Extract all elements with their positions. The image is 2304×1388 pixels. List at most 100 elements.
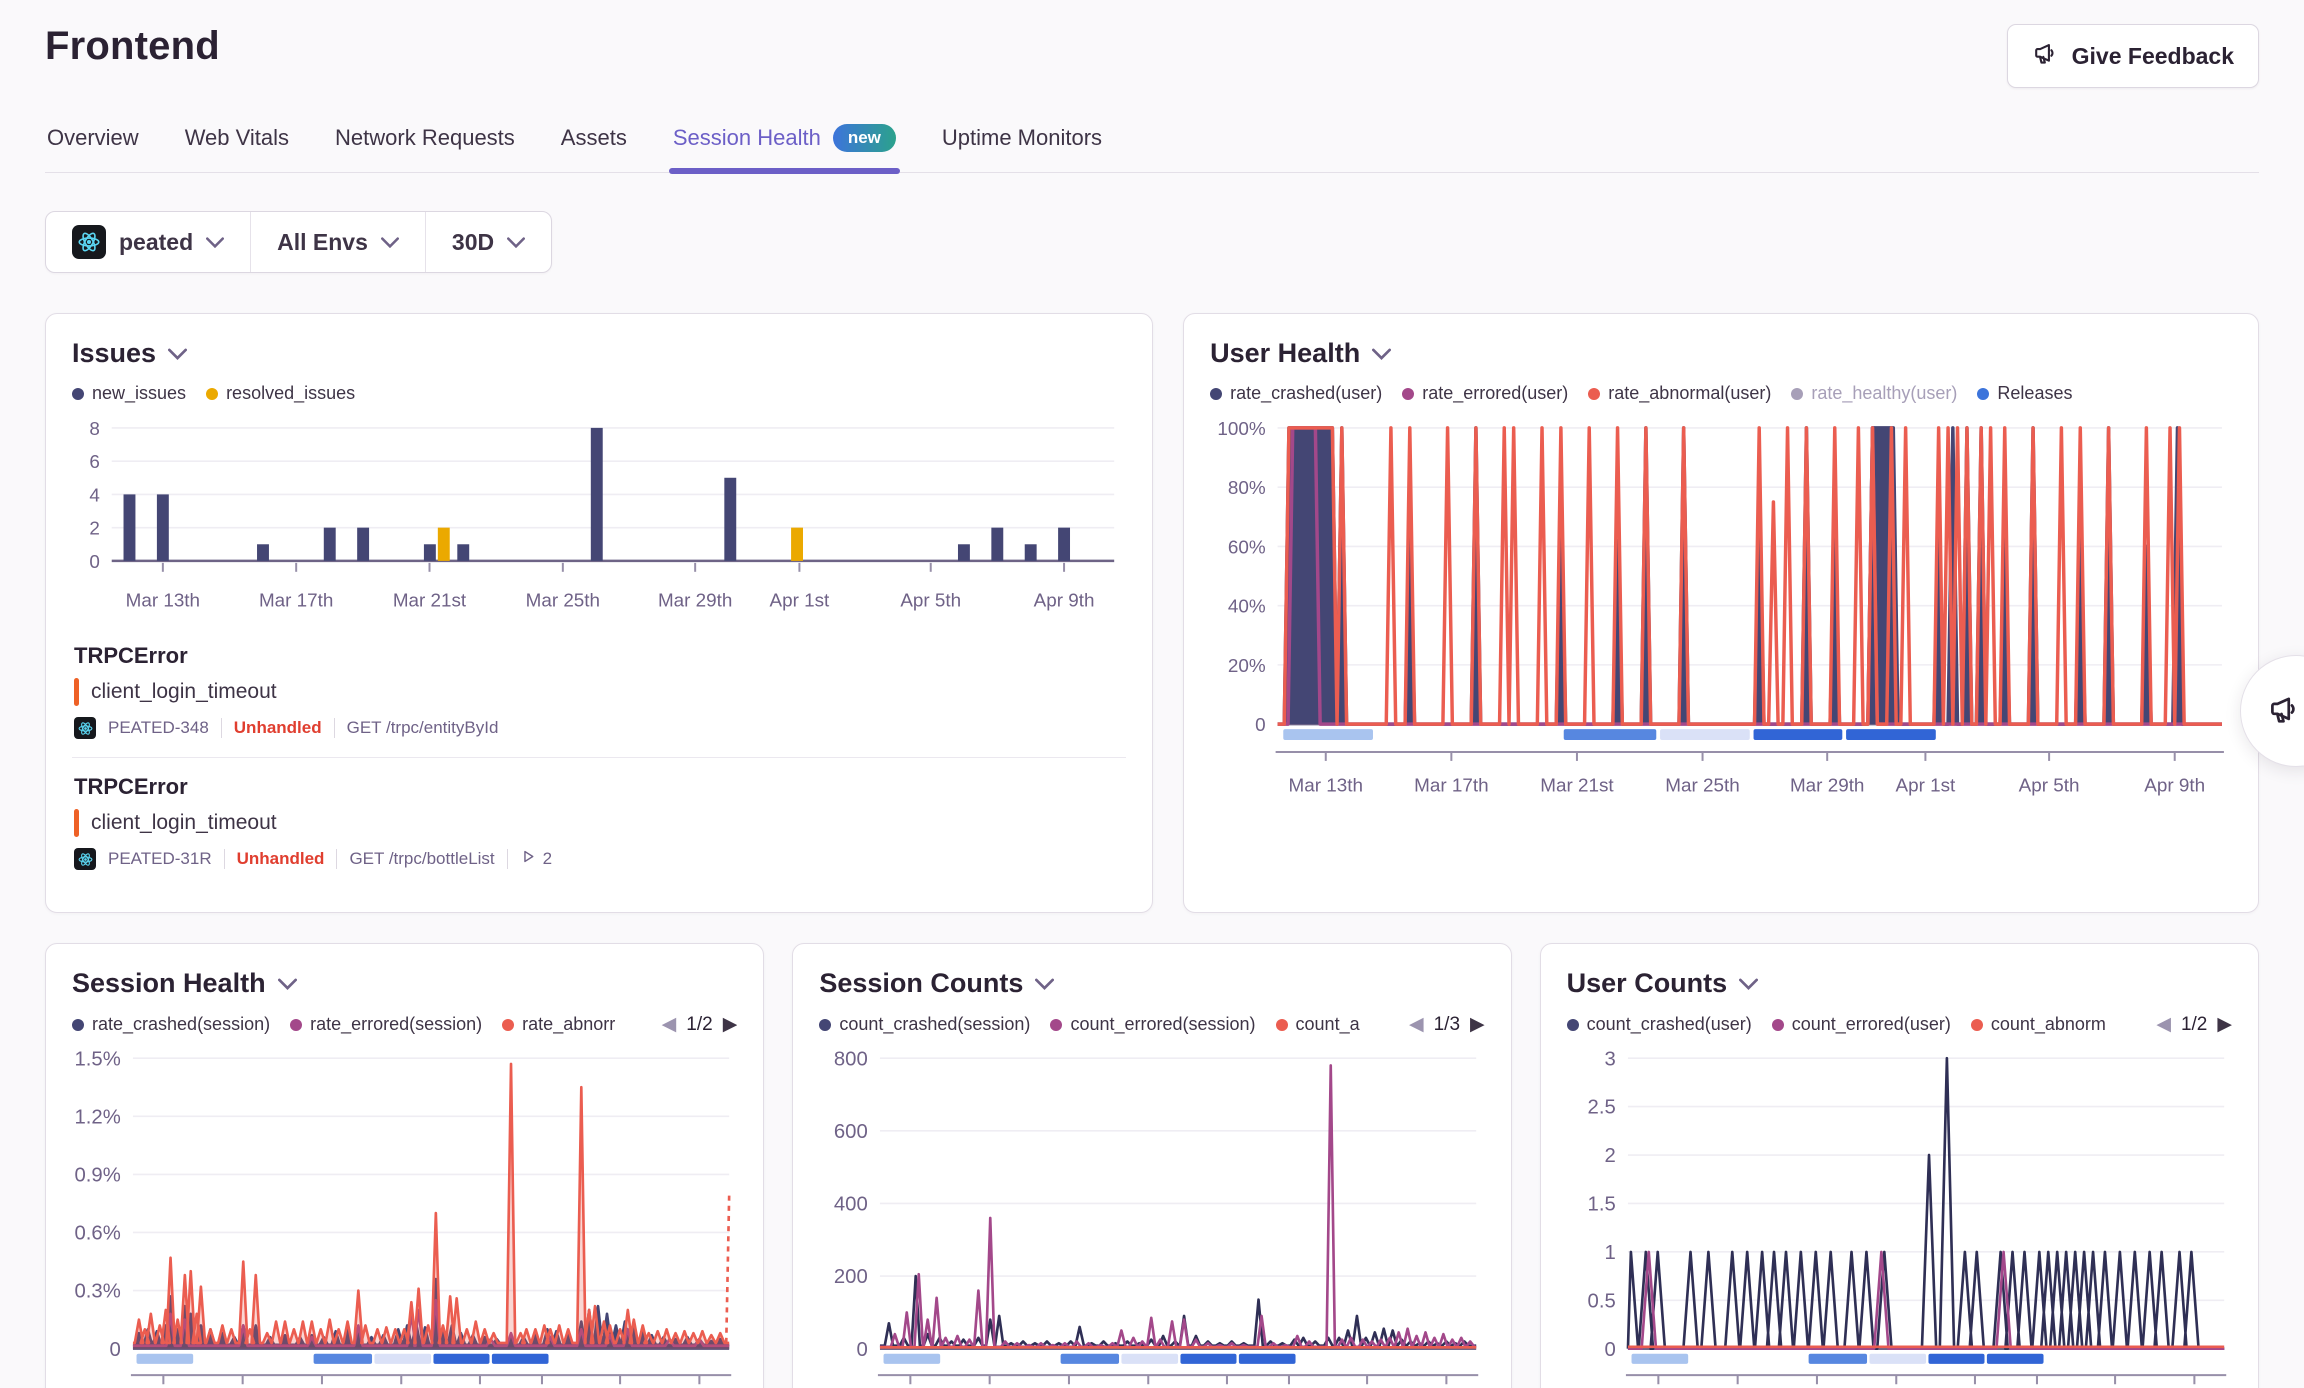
svg-text:Apr 5th: Apr 5th: [2019, 776, 2080, 797]
legend-dot: [72, 1019, 84, 1031]
legend-item-count-crashed[interactable]: count_crashed(session): [819, 1014, 1030, 1035]
legend-item-count-abnormal[interactable]: count_a: [1276, 1014, 1360, 1035]
legend-item-count-abnormal[interactable]: count_abnorm: [1971, 1014, 2106, 1035]
legend-next-icon[interactable]: ▶: [2217, 1013, 2232, 1036]
issue-status: Unhandled: [234, 718, 322, 738]
svg-text:20%: 20%: [1228, 656, 1266, 677]
legend-item-count-crashed[interactable]: count_crashed(user): [1567, 1014, 1752, 1035]
tab-overview[interactable]: Overview: [45, 118, 141, 172]
svg-text:Mar 17th: Mar 17th: [1414, 776, 1489, 797]
chart-legend: rate_crashed(session) rate_errored(sessi…: [72, 1013, 737, 1036]
legend-dot: [1402, 388, 1414, 400]
session-counts-widget-selector[interactable]: Session Counts: [819, 968, 1484, 999]
legend-prev-icon[interactable]: ◀: [662, 1013, 677, 1036]
svg-text:0: 0: [1604, 1339, 1615, 1361]
svg-text:Apr 9th: Apr 9th: [1034, 590, 1095, 611]
legend-dot: [1791, 388, 1803, 400]
session-health-widget-selector[interactable]: Session Health: [72, 968, 737, 999]
issue-list: TRPCError client_login_timeout: [72, 627, 1126, 888]
svg-text:0.6%: 0.6%: [74, 1223, 120, 1245]
svg-text:0.3%: 0.3%: [74, 1281, 120, 1303]
session-health-panel: Session Health rate_crashed(session) rat…: [45, 943, 764, 1388]
svg-text:60%: 60%: [1228, 537, 1266, 558]
new-badge: new: [833, 124, 896, 152]
svg-text:1.5: 1.5: [1587, 1194, 1615, 1216]
svg-text:0.5: 0.5: [1587, 1291, 1615, 1313]
svg-text:200: 200: [834, 1267, 868, 1289]
legend-item-resolved-issues[interactable]: resolved_issues: [206, 383, 355, 404]
svg-text:1.2%: 1.2%: [74, 1107, 120, 1129]
legend-prev-icon[interactable]: ◀: [2156, 1013, 2171, 1036]
legend-label: rate_errored(session): [310, 1014, 482, 1035]
svg-text:Mar 21st: Mar 21st: [393, 590, 467, 611]
legend-next-icon[interactable]: ▶: [1470, 1013, 1485, 1036]
legend-label: rate_errored(user): [1422, 383, 1568, 404]
module-tab-bar: Overview Web Vitals Network Requests Ass…: [45, 118, 2259, 173]
divider: [221, 718, 222, 738]
tab-network-requests[interactable]: Network Requests: [333, 118, 517, 172]
legend-item-rate-errored[interactable]: rate_errored(user): [1402, 383, 1568, 404]
project-select[interactable]: peated: [46, 212, 250, 272]
user-health-chart: 020%40%60%80%100%Mar 13thMar 17thMar 21s…: [1210, 414, 2232, 812]
legend-label: rate_healthy(user): [1811, 383, 1957, 404]
replay-count[interactable]: 2: [520, 848, 552, 870]
user-counts-panel: User Counts count_crashed(user) count_er…: [1540, 943, 2259, 1388]
divider: [224, 849, 225, 869]
panel-title: Issues: [72, 338, 156, 369]
tab-session-health[interactable]: Session Health new: [671, 118, 898, 172]
legend-item-count-errored[interactable]: count_errored(user): [1772, 1014, 1951, 1035]
legend-label: rate_crashed(session): [92, 1014, 270, 1035]
legend-prev-icon[interactable]: ◀: [1409, 1013, 1424, 1036]
date-range-select-value: 30D: [452, 229, 494, 256]
legend-item-new-issues[interactable]: new_issues: [72, 383, 186, 404]
divider: [507, 849, 508, 869]
issue-message: client_login_timeout: [91, 680, 277, 704]
legend-dot: [1567, 1019, 1579, 1031]
legend-dot: [72, 388, 84, 400]
divider: [336, 849, 337, 869]
environment-select[interactable]: All Envs: [250, 212, 425, 272]
legend-item-rate-healthy[interactable]: rate_healthy(user): [1791, 383, 1957, 404]
svg-text:100%: 100%: [1218, 419, 1266, 440]
svg-text:0: 0: [89, 551, 99, 572]
legend-pager: ◀ 1/3 ▶: [1409, 1013, 1485, 1036]
svg-text:6: 6: [89, 451, 99, 472]
issue-row[interactable]: TRPCError client_login_timeout: [72, 627, 1126, 757]
legend-item-releases[interactable]: Releases: [1977, 383, 2072, 404]
session-health-chart: 00.3%0.6%0.9%1.2%1.5%Mar 13thMar 21stApr…: [72, 1046, 737, 1388]
legend-item-rate-crashed[interactable]: rate_crashed(session): [72, 1014, 270, 1035]
svg-text:0: 0: [1255, 715, 1266, 736]
legend-item-rate-abnormal[interactable]: rate_abnormal(user): [1588, 383, 1771, 404]
date-range-select[interactable]: 30D: [425, 212, 551, 272]
svg-text:3: 3: [1604, 1049, 1615, 1071]
give-feedback-button[interactable]: Give Feedback: [2007, 24, 2259, 88]
react-platform-icon: [74, 848, 96, 870]
legend-item-rate-crashed[interactable]: rate_crashed(user): [1210, 383, 1382, 404]
tab-assets[interactable]: Assets: [559, 118, 629, 172]
legend-item-rate-abnormal[interactable]: rate_abnorr: [502, 1014, 615, 1035]
legend-pager: ◀ 1/2 ▶: [662, 1013, 738, 1036]
chevron-down-icon: [507, 237, 525, 248]
page-header: Frontend Give Feedback: [45, 0, 2259, 88]
legend-next-icon[interactable]: ▶: [723, 1013, 738, 1036]
issue-error-type: TRPCError: [74, 774, 1124, 800]
user-counts-widget-selector[interactable]: User Counts: [1567, 968, 2232, 999]
issue-error-type: TRPCError: [74, 643, 1124, 669]
chevron-down-icon: [1372, 348, 1391, 360]
panel-title: User Health: [1210, 338, 1360, 369]
legend-item-rate-errored[interactable]: rate_errored(session): [290, 1014, 482, 1035]
user-health-widget-selector[interactable]: User Health: [1210, 338, 2232, 369]
user-counts-chart: 00.511.522.53Mar 13thMar 21stApr 1stApr …: [1567, 1046, 2232, 1388]
tab-web-vitals[interactable]: Web Vitals: [183, 118, 291, 172]
legend-label: count_errored(session): [1070, 1014, 1255, 1035]
svg-text:Mar 21st: Mar 21st: [1540, 776, 1614, 797]
legend-label: resolved_issues: [226, 383, 355, 404]
tab-uptime-monitors[interactable]: Uptime Monitors: [940, 118, 1104, 172]
legend-item-count-errored[interactable]: count_errored(session): [1050, 1014, 1255, 1035]
legend-dot: [1210, 388, 1222, 400]
issue-row[interactable]: TRPCError client_login_timeout: [72, 757, 1126, 888]
svg-text:1.5%: 1.5%: [74, 1049, 120, 1071]
session-counts-panel: Session Counts count_crashed(session) co…: [792, 943, 1511, 1388]
issues-widget-selector[interactable]: Issues: [72, 338, 1126, 369]
svg-text:2: 2: [1604, 1146, 1615, 1168]
